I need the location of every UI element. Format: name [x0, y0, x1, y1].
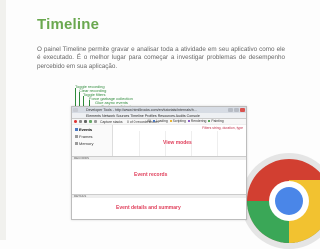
timeline-sidebar: Events Frames Memory	[72, 125, 113, 156]
filter-string-note: Filters string, duration, type	[202, 126, 243, 130]
tabs-label[interactable]: Elements Network Sources Timeline Profil…	[86, 114, 200, 118]
filter-loading[interactable]: Loading	[156, 119, 168, 123]
sidebar-item-events[interactable]: Events	[75, 127, 92, 132]
loading-swatch	[152, 119, 155, 122]
filter-chips: All Loading Scripting Rendering Painting	[147, 119, 224, 123]
sidebar-item-memory[interactable]: Memory	[75, 141, 93, 146]
event-details-label: Event details and summary	[116, 205, 181, 211]
timeline-overview[interactable]: Filters string, duration, type View mode…	[113, 125, 246, 156]
event-records-area[interactable]: Event records	[72, 160, 246, 194]
filter-icon[interactable]	[84, 120, 87, 123]
filter-rendering[interactable]: Rendering	[191, 119, 207, 123]
view-modes-label: View modes	[163, 140, 192, 146]
sidebar-item-label: Frames	[79, 134, 93, 139]
maximize-icon[interactable]	[234, 108, 239, 112]
filter-painting[interactable]: Painting	[211, 119, 223, 123]
capture-stacks-checkbox[interactable]: Capture stacks	[100, 120, 123, 124]
frames-icon	[75, 135, 78, 139]
record-icon[interactable]	[74, 120, 77, 123]
window-icon	[73, 108, 78, 112]
garbage-collect-icon[interactable]	[89, 120, 92, 123]
filter-scripting[interactable]: Scripting	[173, 119, 186, 123]
slide-body: O painel Timeline permite gravar e anali…	[37, 46, 285, 70]
slide-title: Timeline	[37, 16, 100, 33]
event-records-label: Event records	[134, 172, 168, 178]
sidebar-item-label: Memory	[79, 141, 94, 146]
clear-icon[interactable]	[79, 120, 82, 123]
grid-line	[217, 131, 218, 156]
sidebar-item-label: Events	[79, 127, 93, 132]
glue-icon[interactable]	[94, 120, 97, 123]
scripting-swatch	[169, 119, 172, 122]
minimize-icon[interactable]	[228, 108, 233, 112]
left-accent-bar	[0, 0, 6, 240]
window-title: Developer Tools - http://www.html5rocks.…	[86, 108, 197, 112]
filter-all[interactable]: All	[147, 119, 151, 123]
event-details-area[interactable]: Event details and summary	[72, 198, 246, 219]
grid-line	[139, 131, 140, 156]
memory-icon	[75, 142, 78, 146]
events-icon	[75, 128, 78, 132]
rendering-swatch	[187, 119, 190, 122]
close-icon[interactable]	[240, 108, 245, 112]
sidebar-item-frames[interactable]: Frames	[75, 134, 93, 139]
devtools-screenshot: Developer Tools - http://www.html5rocks.…	[71, 106, 247, 220]
